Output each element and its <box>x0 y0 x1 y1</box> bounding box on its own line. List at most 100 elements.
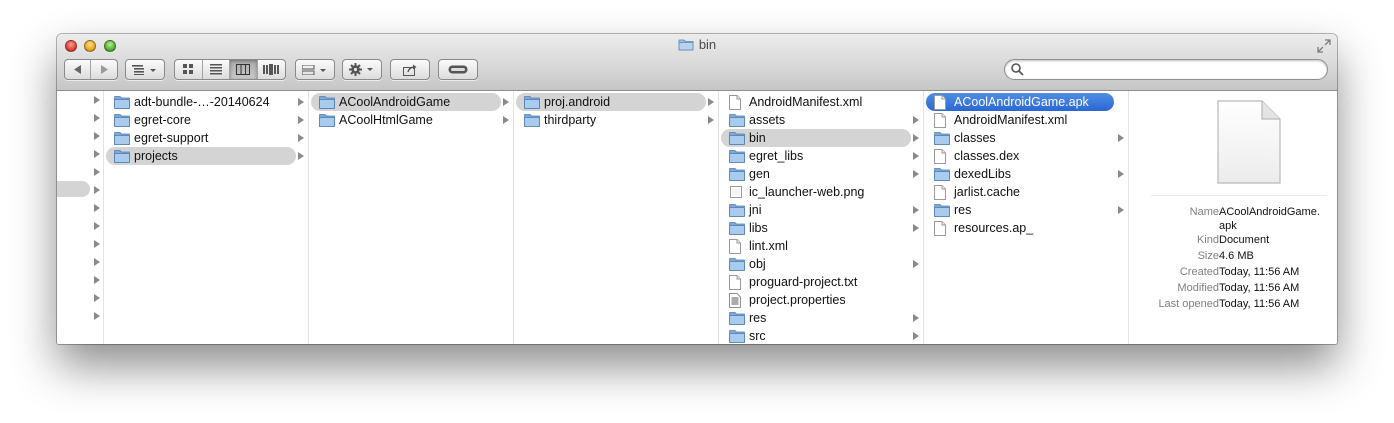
action-button[interactable] <box>342 59 382 80</box>
share-action[interactable] <box>391 60 429 79</box>
column-item-gen[interactable]: gen <box>721 165 923 183</box>
column-item-adt-bundle-20140624[interactable]: adt-bundle-…-20140624 <box>106 93 308 111</box>
folder-icon <box>524 96 540 109</box>
disclosure-arrow-icon <box>298 116 304 124</box>
column-item-res[interactable]: res <box>721 309 923 327</box>
item-label: resources.ap_ <box>954 221 1034 235</box>
leading-column[interactable] <box>57 91 104 344</box>
image-file-icon <box>730 186 742 198</box>
column-item-proguard-project-txt[interactable]: proguard-project.txt <box>721 273 923 291</box>
info-key: Name <box>1189 206 1219 218</box>
column-item-project-properties[interactable]: project.properties <box>721 291 923 309</box>
tags-button[interactable] <box>438 59 478 80</box>
item-label: AndroidManifest.xml <box>954 113 1068 127</box>
folder-icon <box>729 204 745 217</box>
disclosure-arrow-icon <box>913 134 919 142</box>
coverflow-view-button[interactable] <box>258 60 285 79</box>
disclosure-arrow-icon <box>1118 134 1124 142</box>
forward-button[interactable] <box>91 60 117 79</box>
disclosure-arrow-icon <box>708 116 714 124</box>
column-item-projects[interactable]: projects <box>106 147 308 165</box>
column-view-button[interactable] <box>230 60 258 79</box>
folder-icon <box>729 222 745 235</box>
folder-icon <box>729 132 745 145</box>
disclosure-arrow-icon <box>94 258 100 266</box>
column-item-androidmanifest-xml[interactable]: AndroidManifest.xml <box>721 93 923 111</box>
item-label: lint.xml <box>749 239 788 253</box>
search-input[interactable] <box>1027 61 1321 80</box>
column-item-classes[interactable]: classes <box>926 129 1128 147</box>
column-item-resources-ap[interactable]: resources.ap_ <box>926 219 1128 237</box>
column-item-assets[interactable]: assets <box>721 111 923 129</box>
item-label: ACoolAndroidGame <box>339 95 451 109</box>
list-options-icon <box>132 64 156 75</box>
action-menu[interactable] <box>343 60 381 79</box>
disclosure-arrow-icon <box>94 204 100 212</box>
column-item-proj-android[interactable]: proj.android <box>516 93 718 111</box>
disclosure-arrow-icon <box>298 134 304 142</box>
column-item-dexedlibs[interactable]: dexedLibs <box>926 165 1128 183</box>
tags-action[interactable] <box>439 60 477 79</box>
icon-view-button[interactable] <box>175 60 203 79</box>
item-label: bin <box>749 131 766 145</box>
column-item-lint-xml[interactable]: lint.xml <box>721 237 923 255</box>
column-item-bin[interactable]: bin <box>721 129 923 147</box>
folder-icon <box>729 312 745 325</box>
share-button[interactable] <box>390 59 430 80</box>
back-button[interactable] <box>65 60 92 79</box>
item-label: classes <box>954 131 996 145</box>
folder-icon <box>729 168 745 181</box>
column-item-src[interactable]: src <box>721 327 923 344</box>
disclosure-arrow-icon <box>913 206 919 214</box>
column-item-obj[interactable]: obj <box>721 255 923 273</box>
folder-icon <box>934 132 950 145</box>
column-item-jni[interactable]: jni <box>721 201 923 219</box>
window-title-text: bin <box>698 37 717 52</box>
item-label: egret-support <box>134 131 209 145</box>
column-item-ic-launcher-web-png[interactable]: ic_launcher-web.png <box>721 183 923 201</box>
group-menu[interactable] <box>296 60 334 79</box>
arrange-menu[interactable] <box>126 60 164 79</box>
info-value: ACoolAndroidGame. apk <box>1219 206 1320 232</box>
folder-icon <box>678 39 694 51</box>
arrange-button[interactable] <box>125 59 165 80</box>
item-label: src <box>749 329 766 343</box>
disclosure-arrow-icon <box>94 150 100 158</box>
column-item-egret-support[interactable]: egret-support <box>106 129 308 147</box>
leading-column-selection[interactable] <box>57 181 90 197</box>
titlebar[interactable]: bin <box>57 34 1337 91</box>
disclosure-arrow-icon <box>94 168 100 176</box>
column-4: AndroidManifest.xml assets bin egret_libs ge… <box>719 91 924 344</box>
disclosure-arrow-icon <box>913 314 919 322</box>
column-3: proj.android thirdparty <box>514 91 719 344</box>
item-label: ACoolHtmlGame <box>339 113 433 127</box>
column-item-classes-dex[interactable]: classes.dex <box>926 147 1128 165</box>
info-key: Size <box>1197 250 1219 262</box>
group-button[interactable] <box>295 59 335 80</box>
disclosure-arrow-icon <box>913 116 919 124</box>
column-item-acoolhtmlgame[interactable]: ACoolHtmlGame <box>311 111 513 129</box>
list-view-button[interactable] <box>203 60 230 79</box>
info-value: 4.6 MB <box>1219 250 1254 262</box>
window-title: bin <box>57 37 1337 52</box>
disclosure-arrow-icon <box>94 276 100 284</box>
search-icon <box>1011 63 1024 76</box>
folder-icon <box>729 114 745 127</box>
share-arrow-icon <box>403 64 417 76</box>
column-5: ACoolAndroidGame.apk AndroidManifest.xml c… <box>924 91 1129 344</box>
column-item-egret-core[interactable]: egret-core <box>106 111 308 129</box>
column-item-androidmanifest-xml[interactable]: AndroidManifest.xml <box>926 111 1128 129</box>
item-label: proguard-project.txt <box>749 275 858 289</box>
info-key: Modified <box>1177 282 1219 294</box>
column-item-res[interactable]: res <box>926 201 1128 219</box>
column-item-thirdparty[interactable]: thirdparty <box>516 111 718 129</box>
column-item-libs[interactable]: libs <box>721 219 923 237</box>
disclosure-arrow-icon <box>913 332 919 340</box>
column-item-jarlist-cache[interactable]: jarlist.cache <box>926 183 1128 201</box>
folder-icon <box>319 114 335 127</box>
search-field[interactable] <box>1004 59 1328 80</box>
column-item-acoolandroidgame-apk[interactable]: ACoolAndroidGame.apk <box>926 93 1128 111</box>
column-item-acoolandroidgame[interactable]: ACoolAndroidGame <box>311 93 513 111</box>
fullscreen-icon[interactable] <box>1317 39 1331 53</box>
column-item-egret-libs[interactable]: egret_libs <box>721 147 923 165</box>
